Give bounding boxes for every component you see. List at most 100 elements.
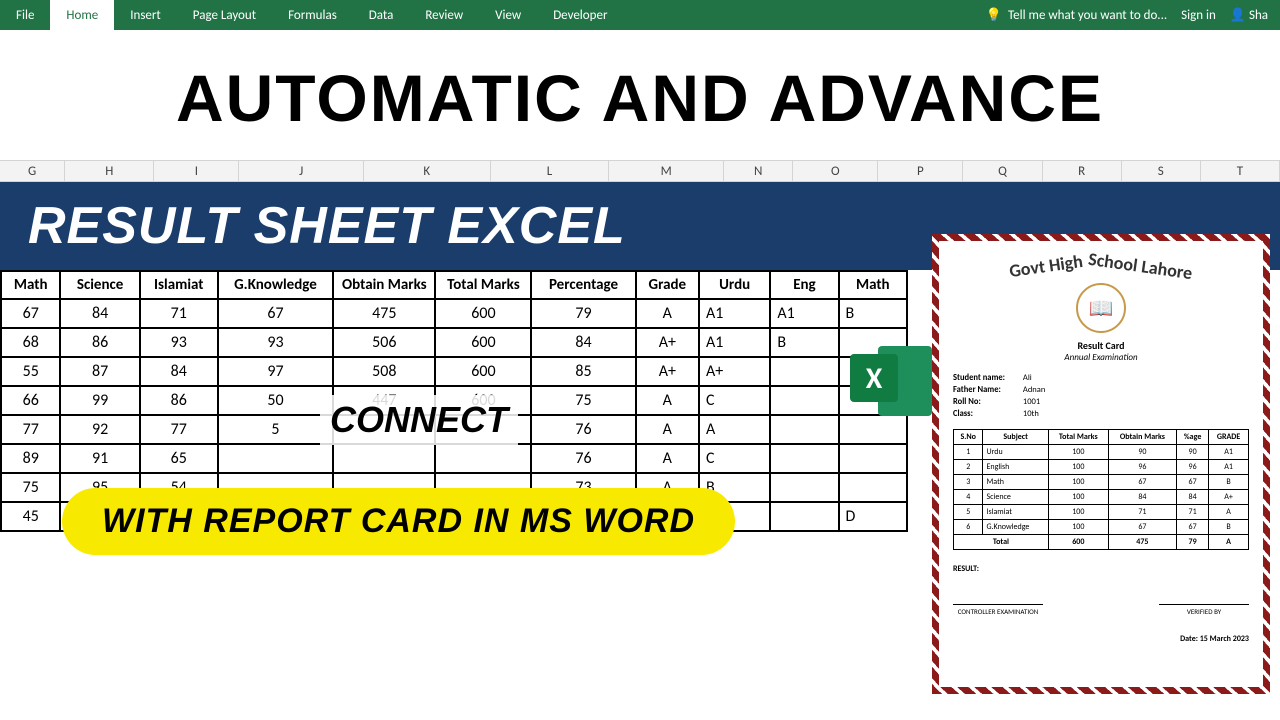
- cell[interactable]: [435, 444, 531, 473]
- cell[interactable]: 93: [218, 328, 333, 357]
- cell[interactable]: [770, 502, 838, 531]
- cell[interactable]: A+: [636, 328, 699, 357]
- cell[interactable]: 84: [140, 357, 218, 386]
- cell[interactable]: A: [636, 415, 699, 444]
- cell[interactable]: 84: [531, 328, 635, 357]
- cell[interactable]: 76: [531, 444, 635, 473]
- cell[interactable]: 86: [60, 328, 139, 357]
- cell[interactable]: 84: [60, 299, 139, 328]
- cell[interactable]: 75: [531, 386, 635, 415]
- cell[interactable]: C: [699, 386, 770, 415]
- ribbon-tab-data[interactable]: Data: [353, 0, 410, 30]
- cell[interactable]: 77: [1, 415, 60, 444]
- header-cell[interactable]: Grade: [636, 271, 699, 299]
- cell[interactable]: 55: [1, 357, 60, 386]
- cell[interactable]: 68: [1, 328, 60, 357]
- column-header-S[interactable]: S: [1122, 161, 1201, 181]
- cell[interactable]: A+: [699, 357, 770, 386]
- cell[interactable]: B: [839, 299, 907, 328]
- cell[interactable]: 91: [60, 444, 139, 473]
- cell[interactable]: 600: [435, 357, 531, 386]
- column-header-P[interactable]: P: [878, 161, 963, 181]
- column-header-R[interactable]: R: [1043, 161, 1122, 181]
- cell[interactable]: 86: [140, 386, 218, 415]
- cell[interactable]: 71: [140, 299, 218, 328]
- cell[interactable]: 97: [218, 357, 333, 386]
- cell[interactable]: 67: [1, 299, 60, 328]
- cell[interactable]: 76: [531, 415, 635, 444]
- header-cell[interactable]: Math: [1, 271, 60, 299]
- column-header-H[interactable]: H: [65, 161, 154, 181]
- column-header-I[interactable]: I: [154, 161, 239, 181]
- cell[interactable]: B: [770, 328, 838, 357]
- cell[interactable]: 89: [1, 444, 60, 473]
- header-cell[interactable]: Islamiat: [140, 271, 218, 299]
- cell[interactable]: C: [699, 444, 770, 473]
- ribbon-tab-view[interactable]: View: [479, 0, 537, 30]
- cell[interactable]: A1: [699, 328, 770, 357]
- column-header-L[interactable]: L: [491, 161, 610, 181]
- cell[interactable]: D: [839, 502, 907, 531]
- cell[interactable]: [770, 444, 838, 473]
- ribbon-tab-formulas[interactable]: Formulas: [272, 0, 353, 30]
- cell[interactable]: [839, 444, 907, 473]
- cell[interactable]: [770, 415, 838, 444]
- cell[interactable]: 50: [218, 386, 333, 415]
- column-header-T[interactable]: T: [1201, 161, 1280, 181]
- cell[interactable]: [770, 386, 838, 415]
- cell[interactable]: 87: [60, 357, 139, 386]
- ribbon-tab-review[interactable]: Review: [409, 0, 479, 30]
- column-header-G[interactable]: G: [0, 161, 65, 181]
- cell[interactable]: [839, 473, 907, 502]
- cell[interactable]: A1: [699, 299, 770, 328]
- cell[interactable]: 79: [531, 299, 635, 328]
- header-cell[interactable]: Total Marks: [435, 271, 531, 299]
- header-cell[interactable]: Urdu: [699, 271, 770, 299]
- tell-me-search[interactable]: 💡 Tell me what you want to do...: [986, 8, 1167, 23]
- cell[interactable]: 99: [60, 386, 139, 415]
- column-header-J[interactable]: J: [239, 161, 364, 181]
- cell[interactable]: A: [636, 444, 699, 473]
- cell[interactable]: A+: [636, 357, 699, 386]
- cell[interactable]: 508: [333, 357, 435, 386]
- cell[interactable]: 75: [1, 473, 60, 502]
- cell[interactable]: A: [636, 386, 699, 415]
- header-cell[interactable]: Math: [839, 271, 907, 299]
- cell[interactable]: 65: [140, 444, 218, 473]
- cell[interactable]: 475: [333, 299, 435, 328]
- cell[interactable]: 45: [1, 502, 60, 531]
- cell[interactable]: 506: [333, 328, 435, 357]
- ribbon-tab-home[interactable]: Home: [50, 0, 114, 30]
- ribbon-tab-insert[interactable]: Insert: [114, 0, 177, 30]
- header-cell[interactable]: G.Knowledge: [218, 271, 333, 299]
- cell[interactable]: [218, 444, 333, 473]
- cell[interactable]: 67: [218, 299, 333, 328]
- cell[interactable]: 93: [140, 328, 218, 357]
- cell[interactable]: A: [699, 415, 770, 444]
- column-header-M[interactable]: M: [609, 161, 724, 181]
- cell[interactable]: 66: [1, 386, 60, 415]
- cell[interactable]: A: [636, 299, 699, 328]
- cell[interactable]: 92: [60, 415, 139, 444]
- column-header-K[interactable]: K: [364, 161, 491, 181]
- cell[interactable]: 5: [218, 415, 333, 444]
- cell[interactable]: [770, 473, 838, 502]
- column-header-O[interactable]: O: [793, 161, 878, 181]
- share-button[interactable]: 👤 Sha: [1230, 8, 1268, 23]
- cell[interactable]: [333, 444, 435, 473]
- cell[interactable]: 77: [140, 415, 218, 444]
- column-header-Q[interactable]: Q: [963, 161, 1042, 181]
- column-header-N[interactable]: N: [724, 161, 793, 181]
- cell[interactable]: [770, 357, 838, 386]
- cell[interactable]: 85: [531, 357, 635, 386]
- ribbon-tab-developer[interactable]: Developer: [537, 0, 623, 30]
- sign-in-link[interactable]: Sign in: [1181, 8, 1216, 23]
- cell[interactable]: A1: [770, 299, 838, 328]
- cell[interactable]: 600: [435, 328, 531, 357]
- cell[interactable]: 600: [435, 299, 531, 328]
- header-cell[interactable]: Obtain Marks: [333, 271, 435, 299]
- ribbon-tab-page-layout[interactable]: Page Layout: [177, 0, 272, 30]
- header-cell[interactable]: Percentage: [531, 271, 635, 299]
- header-cell[interactable]: Eng: [770, 271, 838, 299]
- header-cell[interactable]: Science: [60, 271, 139, 299]
